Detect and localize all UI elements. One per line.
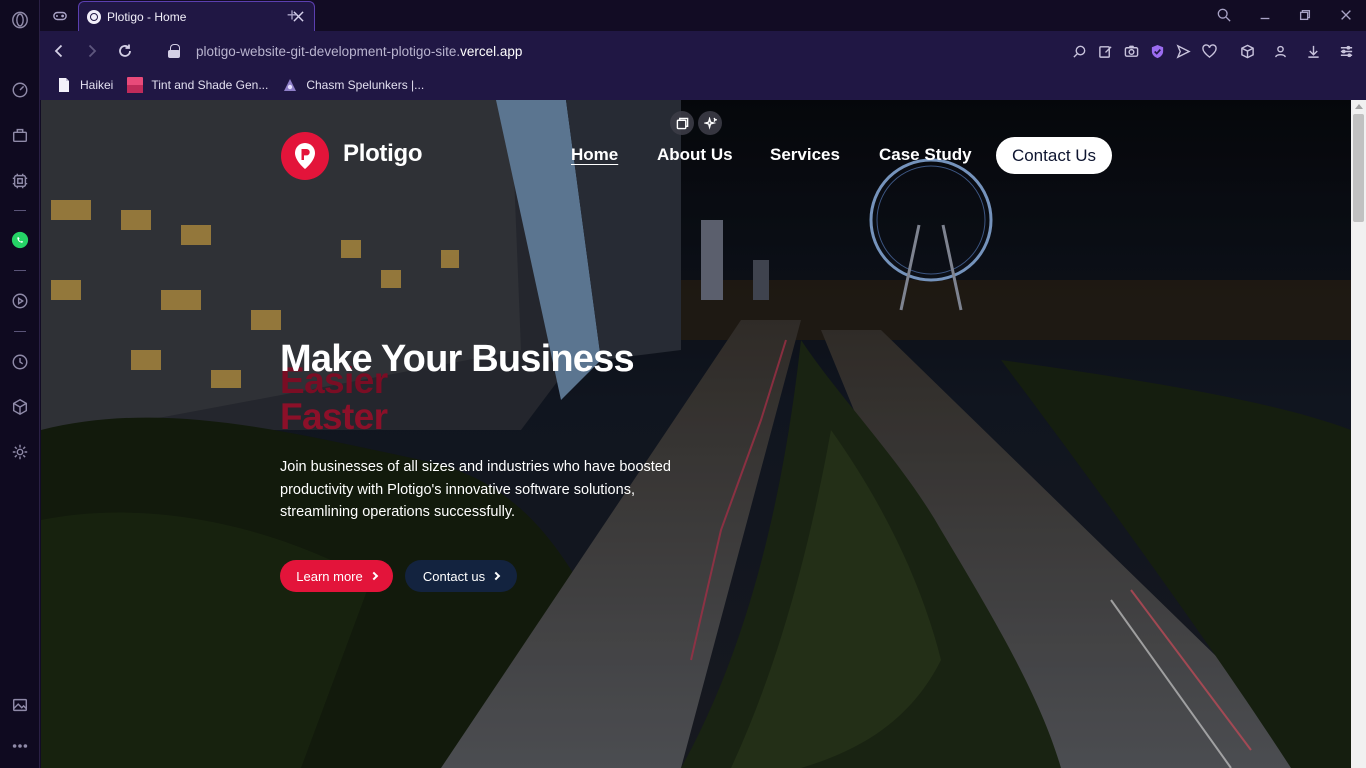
hero-rotating-word-2: Faster — [280, 396, 388, 437]
bookmark-chasm-spelunkers[interactable]: Chasm Spelunkers |... — [282, 77, 424, 93]
nav-home[interactable]: Home — [571, 145, 618, 165]
city-night-photo — [41, 100, 1351, 768]
url-domain: vercel.app — [460, 43, 523, 59]
learn-more-button[interactable]: Learn more — [280, 560, 393, 592]
scrollbar-thumb[interactable] — [1353, 114, 1364, 222]
tab-strip: Plotigo - Home + — [40, 0, 1366, 31]
scroll-up-arrow-icon[interactable] — [1355, 104, 1363, 109]
nav-services[interactable]: Services — [770, 145, 840, 165]
settings-gear-icon[interactable] — [8, 440, 32, 464]
profile-icon[interactable] — [1270, 41, 1290, 61]
lock-icon — [168, 44, 180, 58]
search-tabs-icon[interactable] — [1210, 4, 1238, 26]
zoom-search-icon[interactable] — [1069, 41, 1089, 61]
tab-title: Plotigo - Home — [107, 9, 187, 24]
address-bar: plotigo-website-git-development-plotigo-… — [40, 31, 1366, 69]
nav-case-study[interactable]: Case Study — [879, 145, 972, 165]
site-logo-text[interactable]: Plotigo — [343, 140, 423, 168]
sidebar-separator — [14, 210, 26, 211]
url-text: plotigo-website-git-development-plotigo-… — [196, 44, 522, 59]
contact-us-hero-button[interactable]: Contact us — [405, 560, 517, 592]
gallery-icon[interactable] — [8, 693, 32, 717]
player-icon[interactable] — [8, 289, 32, 313]
learn-more-label: Learn more — [296, 568, 363, 584]
ai-sparkle-icon[interactable] — [698, 111, 722, 135]
vpn-shield-icon[interactable] — [1147, 41, 1167, 61]
tint-shade-favicon-icon — [127, 76, 144, 93]
back-button[interactable] — [48, 40, 70, 62]
close-window-button[interactable] — [1332, 4, 1360, 26]
video-popout-icon[interactable] — [670, 111, 694, 135]
opera-sidebar — [0, 0, 40, 768]
url-prefix: plotigo-website-git-development-plotigo-… — [196, 43, 461, 59]
opera-logo-icon[interactable] — [8, 8, 32, 32]
sidebar-separator — [14, 331, 26, 332]
url-field[interactable]: plotigo-website-git-development-plotigo-… — [168, 40, 1048, 62]
restore-button[interactable] — [1291, 4, 1319, 26]
history-icon[interactable] — [8, 350, 32, 374]
chevron-right-icon — [491, 571, 501, 581]
shopping-icon[interactable] — [8, 123, 32, 147]
chevron-right-icon — [369, 571, 378, 581]
bookmark-tint-and-shade[interactable]: Tint and Shade Gen... — [127, 76, 269, 93]
bookmark-label: Haikei — [80, 77, 114, 92]
bookmark-label: Tint and Shade Gen... — [151, 77, 269, 92]
gamepad-icon[interactable] — [49, 5, 71, 27]
hero-description: Join businesses of all sizes and industr… — [280, 459, 671, 520]
contact-us-label: Contact us — [422, 568, 486, 584]
sidebar-separator — [14, 270, 26, 271]
contact-us-nav-button[interactable]: Contact Us — [996, 137, 1112, 174]
plotigo-logo-icon[interactable] — [281, 132, 329, 180]
tab-plotigo-home[interactable]: Plotigo - Home — [78, 1, 315, 31]
extensions-icon[interactable] — [1237, 41, 1257, 61]
nav-about-us[interactable]: About Us — [657, 145, 733, 165]
bookmark-label: Chasm Spelunkers |... — [306, 77, 425, 92]
hero-title: Make Your Business — [280, 338, 635, 380]
file-icon — [59, 77, 69, 92]
heart-bookmark-icon[interactable] — [1199, 41, 1219, 61]
reload-button[interactable] — [114, 40, 136, 62]
edit-note-icon[interactable] — [1095, 41, 1115, 61]
new-tab-button[interactable]: + — [282, 5, 302, 25]
bookmarks-bar: Haikei Tint and Shade Gen... Chasm Spelu… — [40, 69, 1366, 100]
globe-icon — [87, 9, 101, 24]
hero-background-image — [41, 100, 1351, 768]
extensions-cube-icon[interactable] — [8, 395, 32, 419]
minimize-button[interactable] — [1251, 4, 1279, 26]
forward-button[interactable] — [81, 40, 103, 62]
camera-snapshot-icon[interactable] — [1121, 41, 1141, 61]
chasm-favicon-icon — [284, 78, 297, 91]
easy-setup-icon[interactable] — [1336, 41, 1356, 61]
whatsapp-icon[interactable] — [8, 228, 32, 252]
send-icon[interactable] — [1173, 41, 1193, 61]
ai-chip-icon[interactable] — [8, 169, 32, 193]
page-scrollbar[interactable] — [1351, 100, 1366, 768]
bookmark-haikei[interactable]: Haikei — [56, 77, 113, 93]
page-viewport: Plotigo Home About Us Services Case Stud… — [41, 100, 1351, 768]
more-options-icon[interactable] — [8, 734, 32, 758]
downloads-icon[interactable] — [1303, 41, 1323, 61]
speed-dial-icon[interactable] — [8, 78, 32, 102]
